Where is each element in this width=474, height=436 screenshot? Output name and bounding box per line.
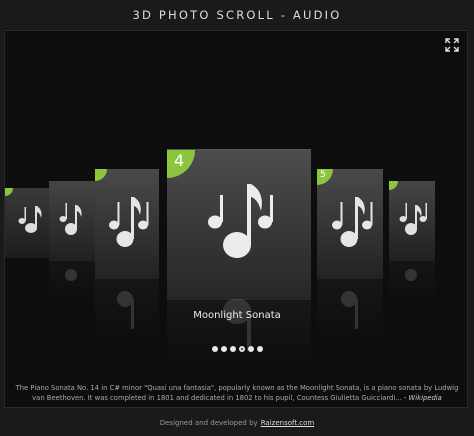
music-notes-icon — [59, 203, 82, 235]
pagination-dots — [5, 346, 467, 352]
slide-card-right-2[interactable] — [389, 181, 435, 261]
slide-caption: Moonlight Sonata — [193, 310, 281, 321]
pagination-dot[interactable] — [229, 346, 236, 352]
pagination-dot[interactable] — [256, 346, 263, 352]
footer-text: Designed and developed by — [159, 419, 258, 427]
pagination-dot[interactable] — [238, 346, 245, 352]
description-source: - Wikipedia — [403, 394, 442, 402]
slide-card-right-1[interactable]: 5 — [317, 169, 383, 279]
footer-link[interactable]: Raizensoft.com — [261, 419, 315, 427]
music-notes-icon — [399, 203, 427, 235]
expand-icon — [445, 38, 459, 52]
pagination-dot[interactable] — [220, 346, 227, 352]
slide-reflection — [49, 261, 95, 311]
slide-card-left-2[interactable] — [49, 181, 95, 261]
description-text: The Piano Sonata No. 14 in C# minor "Qua… — [15, 384, 459, 402]
slide-card-center[interactable]: 4 — [167, 149, 311, 300]
footer: Designed and developed by Raizensoft.com — [0, 410, 474, 436]
pagination-dot[interactable] — [211, 346, 218, 352]
music-notes-icon — [109, 197, 149, 247]
music-notes-icon — [18, 206, 42, 233]
slide-description: The Piano Sonata No. 14 in C# minor "Qua… — [15, 383, 459, 403]
pagination-dot[interactable] — [247, 346, 254, 352]
slide-card-far-left[interactable] — [5, 188, 49, 258]
slide-reflection — [389, 261, 435, 311]
photo-scroll-stage[interactable]: 4 5 Moonlight Sonata The Piano Sonata No… — [4, 30, 468, 408]
page-title: 3D PHOTO SCROLL - AUDIO — [132, 8, 342, 22]
fullscreen-button[interactable] — [445, 37, 459, 52]
music-notes-icon — [332, 197, 373, 247]
slide-card-left-1[interactable] — [95, 169, 159, 279]
music-notes-icon — [208, 184, 273, 258]
